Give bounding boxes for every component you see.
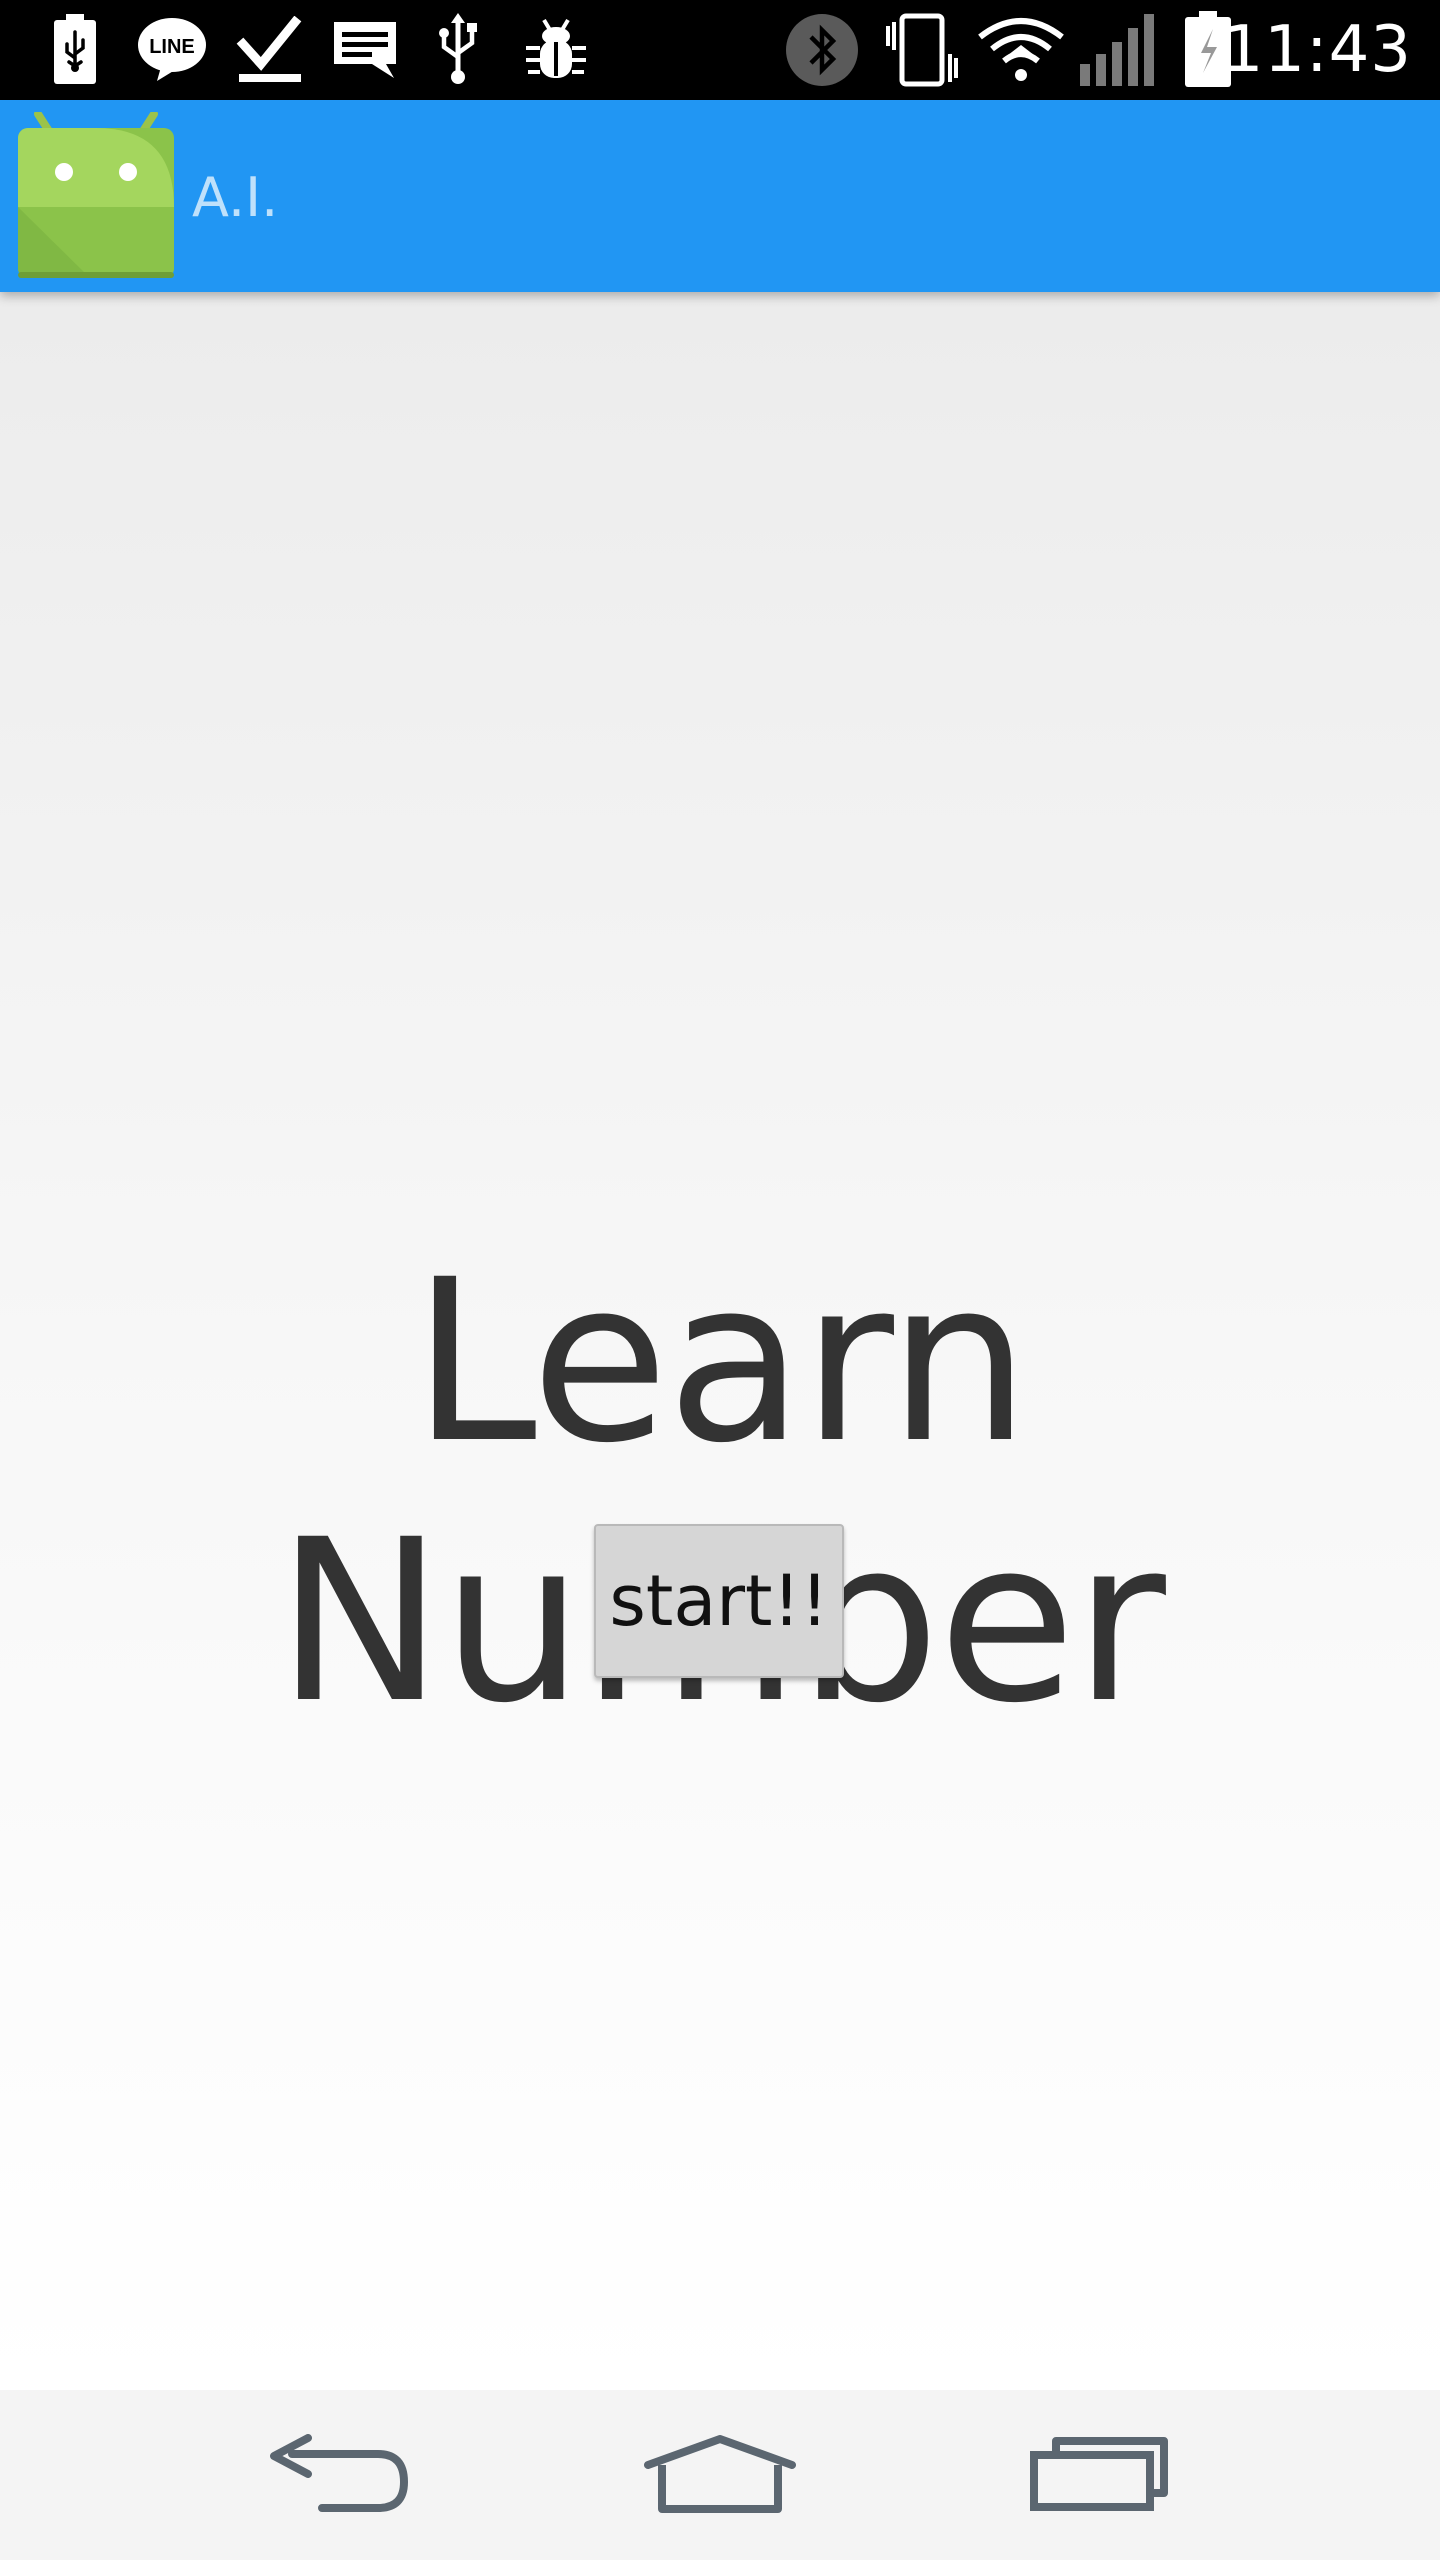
debug-bug-icon bbox=[520, 0, 592, 100]
download-done-icon bbox=[234, 0, 304, 100]
home-icon[interactable] bbox=[600, 2390, 840, 2560]
usb-icon bbox=[432, 0, 484, 100]
battery-usb-icon bbox=[50, 0, 100, 100]
signal-icon bbox=[1078, 0, 1162, 100]
app-title: A.I. bbox=[192, 166, 279, 229]
start-button[interactable]: start!! bbox=[594, 1524, 844, 1678]
navigation-bar bbox=[0, 2390, 1440, 2560]
status-time: 11:43 bbox=[1222, 13, 1412, 87]
android-robot-icon[interactable] bbox=[16, 110, 176, 280]
bluetooth-icon bbox=[784, 0, 860, 100]
status-bar: LINE 11:43 bbox=[0, 0, 1440, 100]
message-icon bbox=[330, 0, 400, 100]
back-icon[interactable] bbox=[218, 2390, 458, 2560]
vibrate-icon bbox=[880, 0, 964, 100]
line-badge-text: LINE bbox=[149, 36, 195, 58]
recent-apps-icon[interactable] bbox=[980, 2390, 1220, 2560]
main-content: Learn Number start!! bbox=[0, 292, 1440, 2390]
line-app-icon: LINE bbox=[136, 0, 208, 100]
wifi-icon bbox=[976, 0, 1066, 100]
app-bar: A.I. bbox=[0, 100, 1440, 292]
